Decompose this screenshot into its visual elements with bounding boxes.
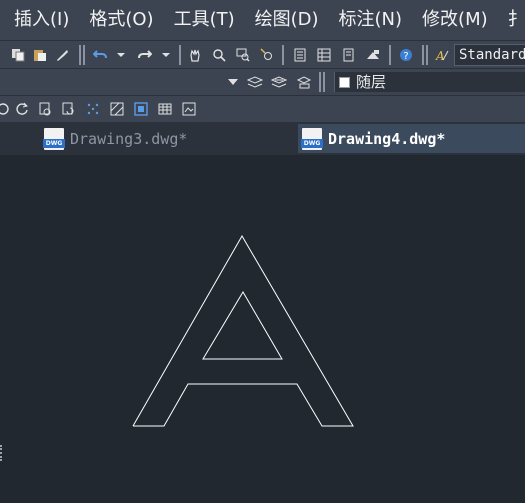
help-icon[interactable]: ?: [397, 46, 415, 64]
layer-previous-icon[interactable]: [295, 73, 313, 91]
drawing-canvas[interactable]: [0, 155, 525, 499]
letter-a-outer-outline: [132, 235, 354, 427]
menu-draw[interactable]: 绘图(D): [245, 0, 329, 40]
tab-label: Drawing4.dwg*: [328, 129, 446, 148]
block-refresh-icon[interactable]: [59, 100, 77, 118]
menu-format[interactable]: 格式(O): [79, 0, 163, 40]
refresh-icon[interactable]: [13, 100, 31, 118]
dwg-file-icon: DWG: [43, 127, 65, 150]
match-properties-icon[interactable]: [53, 46, 71, 64]
properties-icon[interactable]: [291, 46, 309, 64]
document-tab-bar: DWG Drawing3.dwg* DWG Drawing4.dwg*: [0, 122, 525, 155]
menu-bar: 插入(I) 格式(O) 工具(T) 绘图(D) 标注(N) 修改(M) 扌: [0, 0, 525, 40]
point-grid-icon[interactable]: [84, 100, 102, 118]
tab-drawing4[interactable]: DWG Drawing4.dwg*: [298, 124, 525, 153]
cycle-icon[interactable]: [0, 100, 12, 118]
pan-icon[interactable]: [186, 46, 204, 64]
text-style-select[interactable]: Standard: [454, 44, 525, 66]
tool-palettes-icon[interactable]: [340, 46, 358, 64]
layer-properties-icon[interactable]: [246, 73, 264, 91]
tab-label: Drawing3.dwg*: [70, 129, 188, 148]
zoom-previous-icon[interactable]: [258, 46, 276, 64]
menu-tools[interactable]: 工具(T): [164, 0, 245, 40]
canvas-grip-icon[interactable]: [0, 445, 6, 461]
undo-icon[interactable]: [91, 46, 109, 64]
block-edit-icon[interactable]: [36, 100, 54, 118]
letter-a-drawing: [132, 235, 354, 427]
color-select-label: 随层: [356, 73, 387, 91]
layer-dropdown-icon[interactable]: [224, 73, 242, 91]
draw-order-toolbar: [0, 95, 525, 123]
color-swatch: [339, 76, 350, 88]
paste-icon[interactable]: [31, 46, 49, 64]
redo-dropdown-icon[interactable]: [157, 46, 175, 64]
standard-toolbar: ? A Standard: [0, 40, 525, 69]
dwg-file-icon: DWG: [301, 127, 323, 150]
tab-drawing3[interactable]: DWG Drawing3.dwg*: [40, 124, 187, 153]
letter-a-inner-triangle: [202, 291, 283, 360]
redo-icon[interactable]: [136, 46, 154, 64]
layer-states-icon[interactable]: [270, 73, 288, 91]
menu-extension[interactable]: 扌: [498, 0, 525, 40]
gradient-icon[interactable]: [132, 100, 150, 118]
zoom-window-icon[interactable]: [234, 46, 252, 64]
menu-insert[interactable]: 插入(I): [0, 0, 79, 40]
image-icon[interactable]: [180, 100, 198, 118]
table-icon[interactable]: [156, 100, 174, 118]
color-select[interactable]: 随层: [334, 72, 525, 92]
design-center-icon[interactable]: [315, 46, 333, 64]
hatch-icon[interactable]: [108, 100, 126, 118]
undo-dropdown-icon[interactable]: [112, 46, 130, 64]
layers-toolbar: 随层: [0, 68, 525, 96]
menu-dimension[interactable]: 标注(N): [329, 0, 413, 40]
text-style-icon: A: [433, 46, 451, 64]
markup-icon[interactable]: [364, 46, 382, 64]
svg-text:?: ?: [403, 51, 408, 62]
copy-icon[interactable]: [9, 46, 27, 64]
zoom-realtime-icon[interactable]: [210, 46, 228, 64]
menu-modify[interactable]: 修改(M): [412, 0, 498, 40]
